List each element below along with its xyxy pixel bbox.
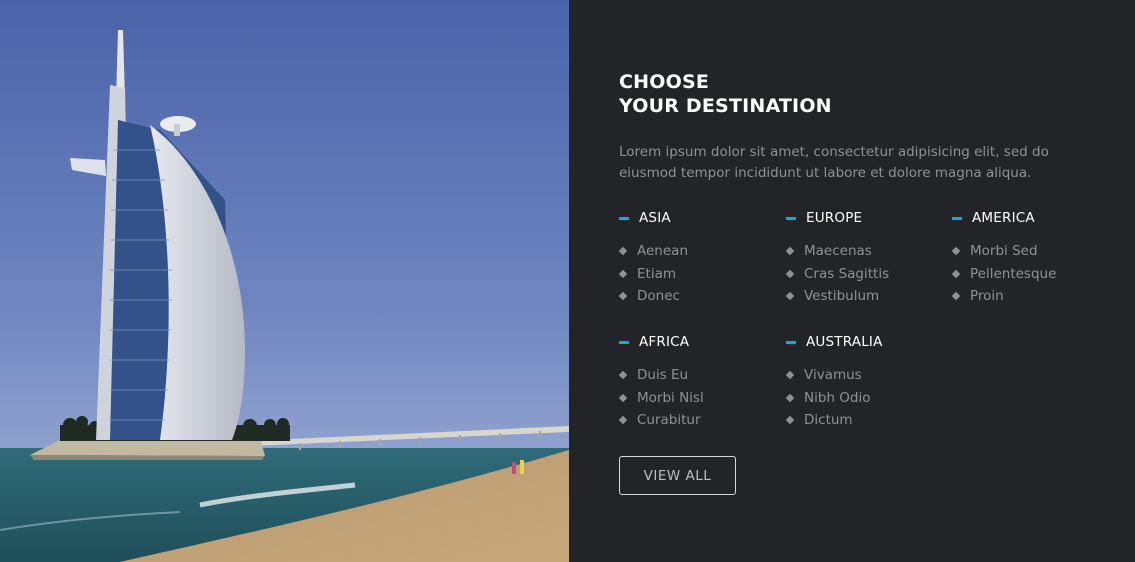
diamond-icon bbox=[785, 269, 795, 278]
title-line-2: YOUR DESTINATION bbox=[619, 95, 832, 117]
list-item-label: Pellentesque bbox=[970, 265, 1057, 282]
list-item[interactable]: Vivamus bbox=[785, 364, 946, 387]
view-all-button[interactable]: VIEW ALL bbox=[619, 456, 736, 495]
region-africa: AFRICA Duis Eu Morbi Nisl Curabitur bbox=[618, 332, 779, 432]
list-item[interactable]: Proin bbox=[951, 285, 1112, 308]
region-name: ASIA bbox=[639, 210, 671, 226]
dash-icon bbox=[786, 216, 796, 220]
list-item-label: Donec bbox=[637, 288, 680, 305]
list-item-label: Morbi Sed bbox=[970, 243, 1038, 260]
diamond-icon bbox=[785, 371, 795, 380]
list-item[interactable]: Aenean bbox=[618, 240, 779, 263]
list-item[interactable]: Vestibulum bbox=[785, 285, 946, 308]
dash-icon bbox=[619, 216, 629, 220]
list-item[interactable]: Morbi Nisl bbox=[618, 387, 779, 410]
diamond-icon bbox=[618, 269, 628, 278]
diamond-icon bbox=[618, 416, 628, 425]
region-list: Vivamus Nibh Odio Dictum bbox=[785, 364, 946, 432]
list-item-label: Dictum bbox=[804, 412, 853, 429]
list-item-label: Nibh Odio bbox=[804, 389, 871, 406]
region-list: Morbi Sed Pellentesque Proin bbox=[951, 240, 1112, 308]
list-item[interactable]: Curabitur bbox=[618, 409, 779, 432]
list-item[interactable]: Morbi Sed bbox=[951, 240, 1112, 263]
list-item[interactable]: Pellentesque bbox=[951, 263, 1112, 286]
region-asia: ASIA Aenean Etiam Donec bbox=[618, 208, 779, 308]
region-name: AUSTRALIA bbox=[806, 334, 883, 350]
list-item[interactable]: Donec bbox=[618, 285, 779, 308]
diamond-icon bbox=[785, 292, 795, 301]
region-heading[interactable]: ASIA bbox=[619, 208, 779, 228]
list-item-label: Vestibulum bbox=[804, 288, 880, 305]
region-heading[interactable]: EUROPE bbox=[786, 208, 946, 228]
region-name: EUROPE bbox=[806, 210, 863, 226]
region-list: Maecenas Cras Sagittis Vestibulum bbox=[785, 240, 946, 308]
burj-al-arab-photo bbox=[0, 0, 569, 562]
region-australia: AUSTRALIA Vivamus Nibh Odio Dictum bbox=[785, 332, 946, 432]
list-item-label: Morbi Nisl bbox=[637, 389, 704, 406]
dash-icon bbox=[786, 340, 796, 344]
diamond-icon bbox=[785, 416, 795, 425]
section-title: CHOOSE YOUR DESTINATION bbox=[619, 70, 832, 118]
destination-section: CHOOSE YOUR DESTINATION Lorem ipsum dolo… bbox=[0, 0, 1135, 562]
list-item-label: Cras Sagittis bbox=[804, 265, 890, 282]
region-list: Duis Eu Morbi Nisl Curabitur bbox=[618, 364, 779, 432]
diamond-icon bbox=[618, 247, 628, 256]
diamond-icon bbox=[951, 269, 961, 278]
region-name: AFRICA bbox=[639, 334, 690, 350]
list-item-label: Curabitur bbox=[637, 412, 701, 429]
hero-photo bbox=[0, 0, 569, 562]
diamond-icon bbox=[618, 393, 628, 402]
diamond-icon bbox=[951, 292, 961, 301]
region-heading[interactable]: AUSTRALIA bbox=[786, 332, 946, 352]
section-description: Lorem ipsum dolor sit amet, consectetur … bbox=[619, 144, 1049, 181]
list-item-label: Vivamus bbox=[804, 367, 862, 384]
list-item-label: Etiam bbox=[637, 265, 676, 282]
region-list: Aenean Etiam Donec bbox=[618, 240, 779, 308]
region-heading[interactable]: AMERICA bbox=[952, 208, 1112, 228]
list-item[interactable]: Etiam bbox=[618, 263, 779, 286]
list-item[interactable]: Nibh Odio bbox=[785, 387, 946, 410]
list-item[interactable]: Duis Eu bbox=[618, 364, 779, 387]
region-europe: EUROPE Maecenas Cras Sagittis Vestibulum bbox=[785, 208, 946, 308]
title-line-1: CHOOSE bbox=[619, 71, 710, 93]
list-item-label: Proin bbox=[970, 288, 1004, 305]
diamond-icon bbox=[618, 371, 628, 380]
dash-icon bbox=[619, 340, 629, 344]
list-item-label: Maecenas bbox=[804, 243, 872, 260]
region-heading[interactable]: AFRICA bbox=[619, 332, 779, 352]
diamond-icon bbox=[618, 292, 628, 301]
diamond-icon bbox=[951, 247, 961, 256]
list-item[interactable]: Maecenas bbox=[785, 240, 946, 263]
dash-icon bbox=[952, 216, 962, 220]
diamond-icon bbox=[785, 247, 795, 256]
list-item[interactable]: Dictum bbox=[785, 409, 946, 432]
list-item-label: Duis Eu bbox=[637, 367, 689, 384]
region-america: AMERICA Morbi Sed Pellentesque Proin bbox=[951, 208, 1112, 308]
diamond-icon bbox=[785, 393, 795, 402]
destination-panel: CHOOSE YOUR DESTINATION Lorem ipsum dolo… bbox=[569, 0, 1135, 562]
region-name: AMERICA bbox=[972, 210, 1035, 226]
list-item[interactable]: Cras Sagittis bbox=[785, 263, 946, 286]
list-item-label: Aenean bbox=[637, 243, 688, 260]
